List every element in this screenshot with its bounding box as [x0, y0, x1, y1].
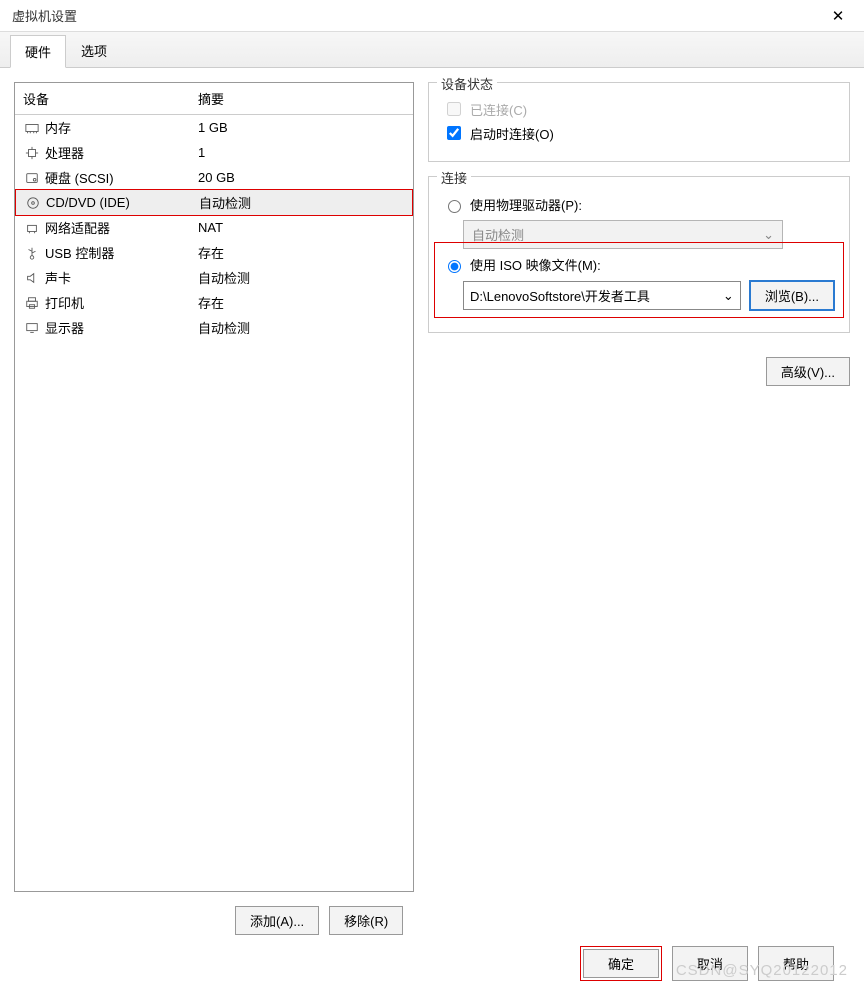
tab-bar: 硬件 选项 [0, 32, 864, 68]
device-name: USB 控制器 [41, 243, 198, 262]
device-name: 网络适配器 [41, 218, 198, 237]
radio-iso-input[interactable] [448, 260, 461, 273]
device-list: 设备 摘要 内存 1 GB 处理器 1 硬盘 (SCSI) 20 GB CD/D… [14, 82, 414, 892]
chevron-down-icon: ⌄ [763, 227, 774, 243]
column-summary: 摘要 [198, 89, 224, 108]
column-device: 设备 [23, 89, 198, 108]
device-name: 内存 [41, 118, 198, 137]
device-summary: NAT [198, 220, 223, 235]
device-summary: 自动检测 [198, 268, 250, 287]
window-title: 虚拟机设置 [12, 6, 824, 25]
device-row-memory[interactable]: 内存 1 GB [15, 115, 413, 140]
chevron-down-icon[interactable]: ⌄ [723, 288, 734, 304]
remove-button[interactable]: 移除(R) [329, 906, 403, 935]
device-name: 显示器 [41, 318, 198, 337]
tab-options[interactable]: 选项 [66, 34, 122, 67]
device-name: 声卡 [41, 268, 198, 287]
advanced-button[interactable]: 高级(V)... [766, 357, 850, 386]
checkbox-connect-on-start-input[interactable] [447, 126, 461, 140]
radio-iso-file[interactable]: 使用 ISO 映像文件(M): [443, 255, 835, 274]
device-name: 打印机 [41, 293, 198, 312]
help-button[interactable]: 帮助 [758, 946, 834, 981]
browse-button[interactable]: 浏览(B)... [749, 280, 835, 311]
device-row-cpu[interactable]: 处理器 1 [15, 140, 413, 165]
connection-legend: 连接 [437, 168, 471, 187]
device-row-cd[interactable]: CD/DVD (IDE) 自动检测 [15, 189, 413, 216]
device-summary: 存在 [198, 293, 224, 312]
device-status-group: 设备状态 已连接(C) 启动时连接(O) [428, 82, 850, 162]
connection-group: 连接 使用物理驱动器(P): 自动检测 ⌄ 使用 ISO 映像文件(M): D:… [428, 176, 850, 333]
tab-hardware[interactable]: 硬件 [10, 35, 66, 68]
device-summary: 自动检测 [199, 193, 251, 212]
cancel-button[interactable]: 取消 [672, 946, 748, 981]
sound-icon [23, 271, 41, 285]
add-button[interactable]: 添加(A)... [235, 906, 319, 935]
disk-icon [23, 171, 41, 185]
device-summary: 自动检测 [198, 318, 250, 337]
device-summary: 1 GB [198, 120, 228, 135]
cpu-icon [23, 146, 41, 160]
device-row-disk[interactable]: 硬盘 (SCSI) 20 GB [15, 165, 413, 190]
close-icon[interactable]: ✕ [824, 7, 852, 25]
device-summary: 1 [198, 145, 205, 160]
device-name: 处理器 [41, 143, 198, 162]
device-row-printer[interactable]: 打印机 存在 [15, 290, 413, 315]
checkbox-connected-input [447, 102, 461, 116]
radio-physical-input[interactable] [448, 200, 461, 213]
iso-path-input[interactable]: D:\LenovoSoftstore\开发者工具 ⌄ [463, 281, 741, 310]
printer-icon [23, 296, 41, 310]
display-icon [23, 321, 41, 335]
device-summary: 存在 [198, 243, 224, 262]
net-icon [23, 221, 41, 235]
device-name: 硬盘 (SCSI) [41, 168, 198, 187]
device-summary: 20 GB [198, 170, 235, 185]
usb-icon [23, 246, 41, 260]
checkbox-connected: 已连接(C) [443, 99, 835, 119]
radio-physical-drive[interactable]: 使用物理驱动器(P): [443, 195, 835, 214]
checkbox-connect-on-start[interactable]: 启动时连接(O) [443, 123, 835, 143]
cd-icon [24, 196, 42, 210]
device-row-net[interactable]: 网络适配器 NAT [15, 215, 413, 240]
device-name: CD/DVD (IDE) [42, 195, 199, 210]
device-row-display[interactable]: 显示器 自动检测 [15, 315, 413, 340]
device-row-usb[interactable]: USB 控制器 存在 [15, 240, 413, 265]
ok-button[interactable]: 确定 [583, 949, 659, 978]
device-row-sound[interactable]: 声卡 自动检测 [15, 265, 413, 290]
memory-icon [23, 121, 41, 135]
status-legend: 设备状态 [437, 74, 497, 93]
title-bar: 虚拟机设置 ✕ [0, 0, 864, 32]
